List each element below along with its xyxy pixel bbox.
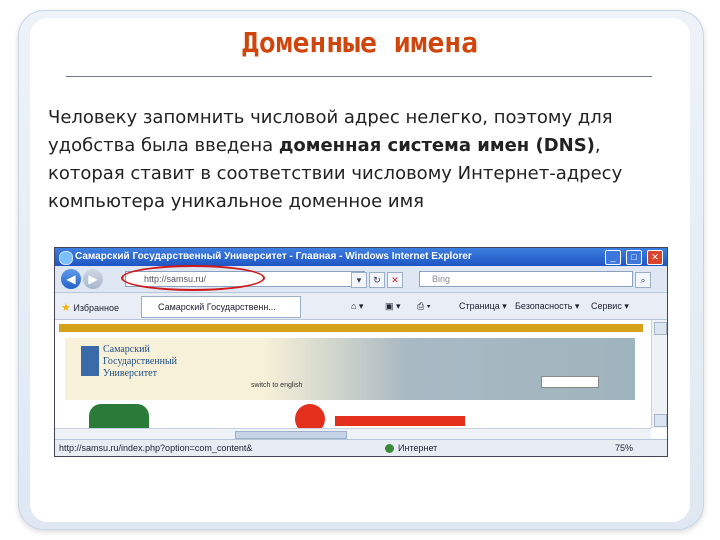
- home-icon[interactable]: ⌂ ▾: [351, 301, 363, 312]
- page-menu-label: Страница: [459, 301, 500, 311]
- page-menu[interactable]: Страница ▾: [459, 301, 507, 312]
- tab-toolbar: ★ Избранное Самарский Государственн... ⌂…: [55, 293, 667, 320]
- vertical-scrollbar[interactable]: [651, 320, 667, 428]
- service-menu[interactable]: Сервис ▾: [591, 301, 629, 312]
- status-url: http://samsu.ru/index.php?option=com_con…: [59, 443, 253, 453]
- body-text-bold: доменная система имен (DNS): [278, 135, 595, 156]
- page-image: [89, 404, 149, 428]
- tab-samsu[interactable]: Самарский Государственн...: [141, 296, 301, 318]
- feeds-icon[interactable]: ▣ ▾: [385, 301, 401, 312]
- browser-screenshot: Самарский Государственный Университет - …: [54, 247, 668, 457]
- scroll-down-icon[interactable]: [654, 414, 667, 427]
- web-page-content: Самарский Государственный Университет sw…: [55, 320, 651, 434]
- slide-body-text: Человеку запомнить числовой адрес нелегк…: [48, 104, 674, 216]
- english-link[interactable]: switch to english: [251, 382, 302, 389]
- page-banner: [335, 416, 465, 426]
- refresh-icon[interactable]: ↻: [369, 272, 385, 288]
- security-zone: Интернет: [385, 443, 438, 454]
- title-divider: [66, 76, 652, 77]
- safety-menu-label: Безопасность: [515, 301, 573, 311]
- minimize-button[interactable]: _: [605, 250, 621, 265]
- university-name: Самарский Государственный Университет: [103, 344, 178, 379]
- scroll-up-icon[interactable]: [654, 322, 667, 335]
- close-button[interactable]: ✕: [647, 250, 663, 265]
- address-highlight-oval: [121, 265, 265, 291]
- university-logo: [81, 346, 99, 376]
- safety-menu[interactable]: Безопасность ▾: [515, 301, 579, 312]
- page-top-strip: [59, 324, 643, 332]
- horizontal-scrollbar[interactable]: [55, 428, 651, 439]
- print-icon[interactable]: ⎙ ▾: [417, 301, 430, 312]
- status-bar: http://samsu.ru/index.php?option=com_con…: [55, 439, 667, 456]
- star-icon: ★: [61, 302, 71, 314]
- zone-label: Интернет: [398, 443, 438, 453]
- ie-icon: [59, 251, 73, 265]
- browser-titlebar: Самарский Государственный Университет - …: [55, 248, 667, 266]
- globe-icon: [385, 444, 394, 454]
- address-dropdown-icon[interactable]: ▾: [351, 272, 367, 288]
- service-menu-label: Сервис: [591, 301, 622, 311]
- zoom-level[interactable]: 75%: [615, 443, 633, 453]
- back-button[interactable]: ◀: [61, 269, 81, 289]
- slide-title: Доменные имена: [241, 26, 478, 59]
- address-toolbar: ◀ ▶ http://samsu.ru/ ▾ ↻ ✕ Bing ⌕: [55, 265, 667, 293]
- search-input[interactable]: Bing: [419, 271, 633, 287]
- favorites-button[interactable]: ★ Избранное: [61, 301, 119, 314]
- favorites-label: Избранное: [73, 303, 120, 313]
- horizontal-scroll-thumb[interactable]: [235, 431, 347, 439]
- window-title: Самарский Государственный Университет - …: [75, 251, 472, 262]
- search-icon[interactable]: ⌕: [635, 272, 651, 288]
- stop-icon[interactable]: ✕: [387, 272, 403, 288]
- maximize-button[interactable]: □: [626, 250, 642, 265]
- site-search-input[interactable]: [541, 376, 599, 388]
- forward-button[interactable]: ▶: [83, 269, 103, 289]
